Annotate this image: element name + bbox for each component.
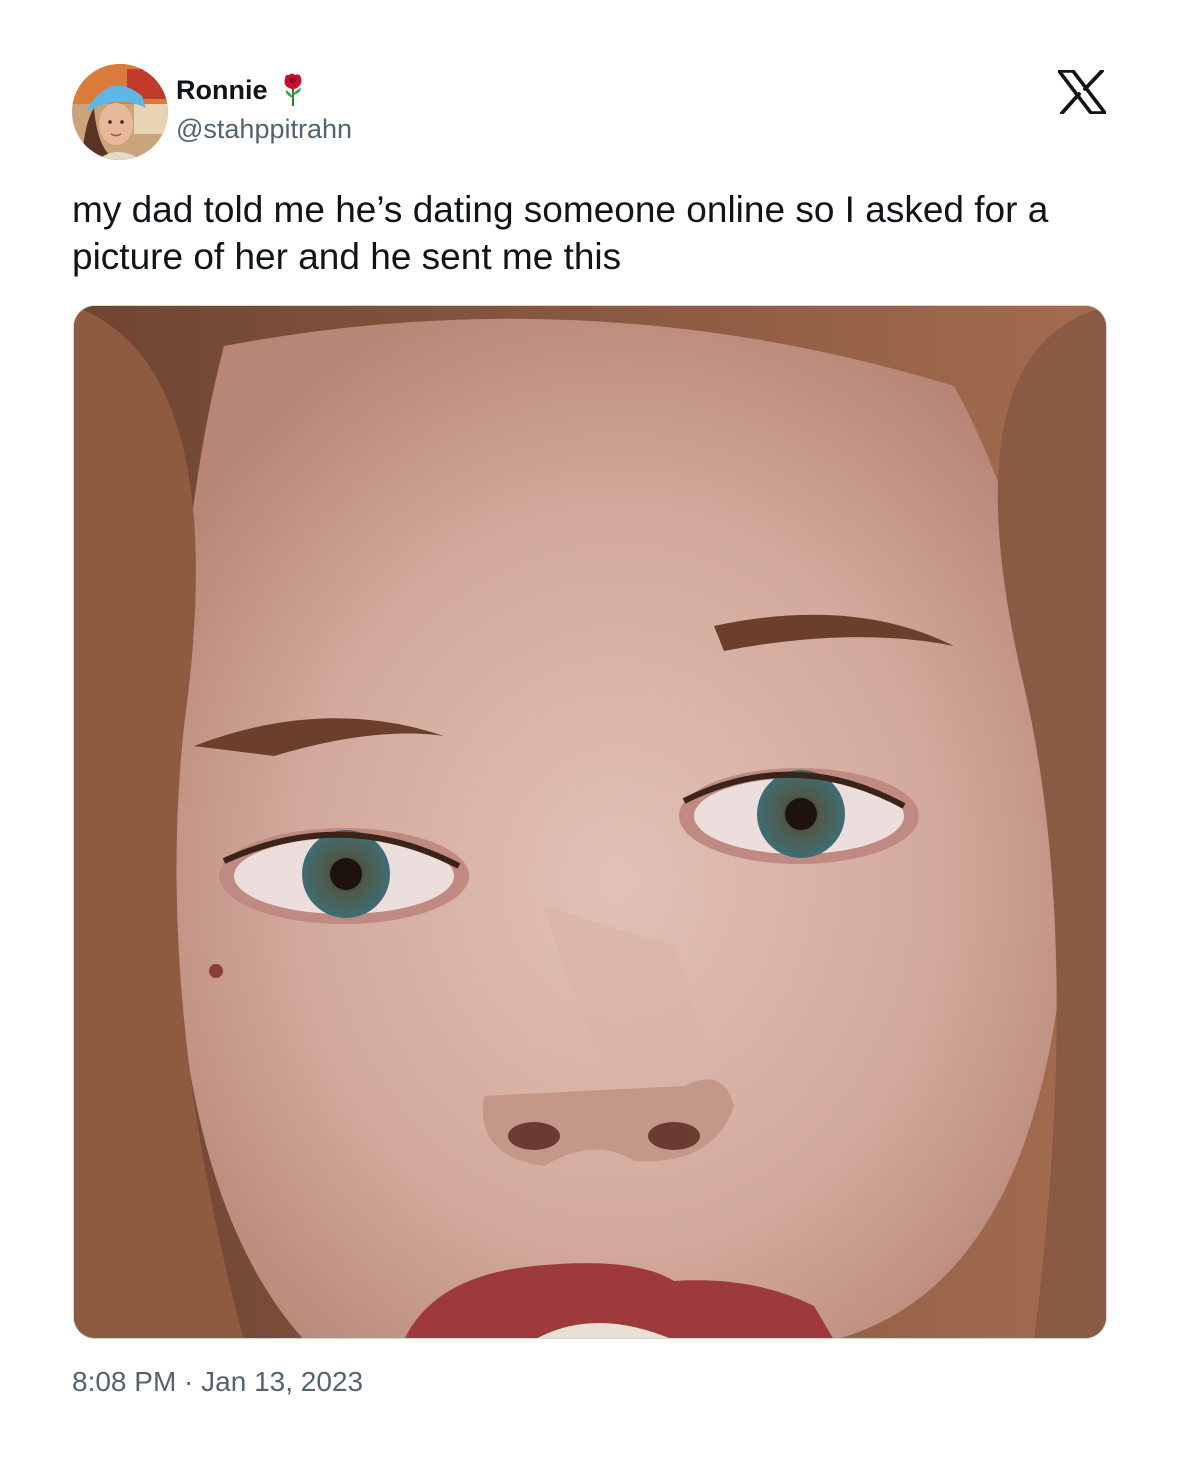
handle[interactable]: @stahppitrahn <box>176 114 352 145</box>
author-name-row: Ronnie <box>176 72 352 108</box>
author-block: Ronnie @stahppitrahn <box>176 72 352 145</box>
display-name[interactable]: Ronnie <box>176 75 268 106</box>
timestamp-date: Jan 13, 2023 <box>201 1366 364 1397</box>
x-logo-icon[interactable] <box>1057 69 1107 115</box>
tweet-header: Ronnie @stahppitrahn <box>72 64 1108 160</box>
timestamp-separator: · <box>176 1366 202 1397</box>
tweet-text: my dad told me he’s dating someone onlin… <box>72 189 1049 277</box>
timestamp-time: 8:08 PM <box>72 1366 177 1397</box>
tweet-timestamp[interactable]: 8:08 PM · Jan 13, 2023 <box>72 1366 363 1398</box>
rose-icon <box>280 73 306 107</box>
tweet-photo[interactable] <box>73 305 1107 1339</box>
avatar[interactable] <box>72 64 168 160</box>
tweet-card: Ronnie @stahppitrahn my dad told me he’s… <box>0 0 1180 1468</box>
